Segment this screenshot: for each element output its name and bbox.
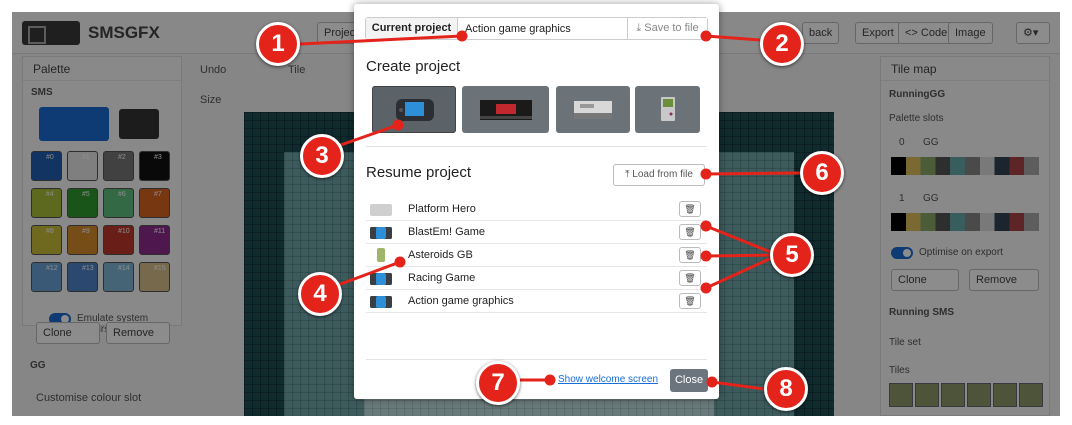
arrow-4-tip (394, 256, 406, 268)
annotation-badge-7: 7 (476, 361, 520, 405)
arrow-1 (299, 34, 463, 46)
annotation-arrows (299, 30, 801, 391)
arrow-8 (711, 380, 765, 391)
arrow-2-tip (700, 30, 712, 42)
arrow-5a-tip (700, 220, 712, 232)
arrow-6 (705, 171, 801, 176)
arrow-2 (705, 34, 761, 42)
annotation-badge-6: 6 (800, 151, 844, 195)
arrow-5b (705, 253, 779, 258)
arrow-5b-tip (700, 250, 712, 262)
arrow-5c-tip (700, 282, 712, 294)
arrow-7-tip (544, 374, 556, 386)
annotation-badge-3: 3 (300, 134, 344, 178)
arrow-1-tip (456, 30, 468, 42)
annotation-badge-5: 5 (770, 233, 814, 277)
arrow-3-tip (392, 119, 404, 131)
arrow-8-tip (706, 376, 718, 388)
annotation-badge-4: 4 (298, 272, 342, 316)
arrow-6-tip (700, 168, 712, 180)
annotation-badge-2: 2 (760, 22, 804, 66)
arrow-5a (705, 224, 779, 257)
arrow-4 (329, 260, 401, 290)
arrow-3 (334, 123, 399, 149)
arrow-5c (705, 253, 779, 290)
annotation-badge-8: 8 (764, 367, 808, 411)
annotation-badge-1: 1 (256, 22, 300, 66)
